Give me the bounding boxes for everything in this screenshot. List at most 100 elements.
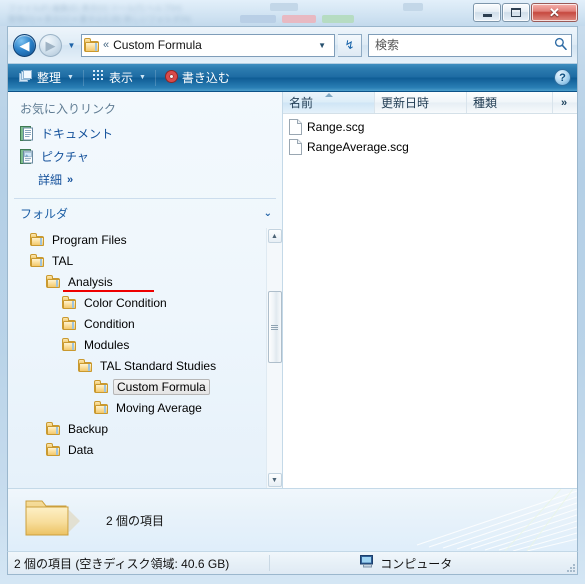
chevron-down-icon: ▼	[138, 74, 146, 81]
search-input[interactable]	[375, 38, 554, 52]
folders-section-title: フォルダ	[20, 207, 69, 221]
tree-item[interactable]: Backup	[8, 418, 266, 439]
command-toolbar: 整理 ▼ 表示 ▼ 書き込む ?	[8, 64, 577, 92]
sidebar-item-label: ピクチャ	[41, 150, 89, 164]
navigation-pane: お気に入りリンク ドキュメント ピクチャ 詳細 » フォルダ ⌄ Program…	[8, 92, 283, 488]
minimize-button[interactable]	[473, 3, 501, 22]
folder-icon	[30, 254, 44, 267]
document-icon	[289, 139, 302, 155]
search-icon[interactable]	[554, 37, 567, 53]
status-bar: 2 個の項目 (空きディスク領域: 40.6 GB) コンピュータ	[7, 551, 578, 575]
forward-button[interactable]: ▶	[39, 33, 62, 57]
computer-icon	[360, 555, 375, 571]
breadcrumb-overflow-icon[interactable]: «	[103, 39, 109, 51]
file-name-label: Range.scg	[307, 120, 365, 134]
documents-icon	[20, 126, 34, 141]
tree-item[interactable]: Program Files	[8, 229, 266, 250]
triangle-down-icon: ▼	[271, 476, 278, 484]
scroll-down-button[interactable]: ▼	[267, 473, 282, 487]
more-links-button[interactable]: 詳細 »	[8, 168, 282, 191]
tree-item-label: Custom Formula	[113, 378, 210, 395]
search-box[interactable]	[368, 33, 572, 57]
tree-item-label: TAL Standard Studies	[100, 358, 217, 373]
close-button[interactable]: ✕	[531, 3, 578, 22]
status-location: コンピュータ	[360, 555, 452, 572]
help-icon: ?	[559, 71, 566, 84]
toolbar-separator-2	[154, 69, 156, 86]
favorite-links-section: お気に入りリンク ドキュメント ピクチャ 詳細 »	[8, 92, 282, 195]
sort-ascending-icon	[324, 93, 333, 97]
sidebar-item-pictures[interactable]: ピクチャ	[8, 145, 282, 168]
folder-icon	[46, 443, 60, 456]
window-client-area: ◀ ▶ ▼ « Custom Formula ▼ ↯ 検索 整理 ▼ 表示 ▼ …	[7, 26, 578, 551]
sidebar-item-documents[interactable]: ドキュメント	[8, 122, 282, 145]
explorer-window: ファイル(F) 編集(E) 表示(V) ツール(T) ヘルプ(H) 整理(O) …	[0, 0, 585, 584]
folder-tree: Program Files TAL Analysis Color Condition C…	[8, 228, 266, 488]
folders-section-header[interactable]: フォルダ ⌄	[8, 199, 282, 228]
tree-item[interactable]: Data	[8, 439, 266, 460]
scroll-up-button[interactable]: ▲	[267, 229, 282, 243]
maximize-button[interactable]	[502, 3, 530, 22]
file-list-row[interactable]: RangeAverage.scg	[283, 137, 577, 157]
tree-item[interactable]: Moving Average	[8, 397, 266, 418]
document-icon	[289, 119, 302, 135]
file-name-label: RangeAverage.scg	[307, 140, 409, 154]
status-item-count: 2 個の項目 (空きディスク領域: 40.6 GB)	[14, 556, 230, 571]
tree-item-label: Color Condition	[84, 295, 167, 310]
folder-icon	[84, 38, 99, 52]
tree-item[interactable]: Color Condition	[8, 292, 266, 313]
folder-icon	[78, 359, 92, 372]
breadcrumb-current-folder[interactable]: Custom Formula	[113, 38, 308, 52]
tree-item[interactable]: TAL Standard Studies	[8, 355, 266, 376]
views-button[interactable]: 表示 ▼	[88, 67, 151, 89]
address-bar[interactable]: « Custom Formula ▼	[81, 33, 335, 57]
tree-item[interactable]: Custom Formula	[8, 376, 266, 397]
column-header-label: 種類	[473, 96, 498, 110]
favorite-links-title: お気に入りリンク	[20, 102, 117, 116]
refresh-button[interactable]: ↯	[338, 33, 362, 57]
triangle-up-icon: ▲	[271, 232, 278, 240]
double-chevron-right-icon: »	[67, 173, 73, 186]
folder-icon	[62, 338, 76, 351]
tree-item-label: Data	[68, 442, 94, 457]
folder-icon	[46, 422, 60, 435]
recent-pages-dropdown[interactable]: ▼	[65, 35, 78, 55]
tree-item[interactable]: TAL	[8, 250, 266, 271]
tree-item[interactable]: Modules	[8, 334, 266, 355]
scrollbar-track[interactable]	[267, 243, 283, 473]
large-folder-icon	[24, 495, 86, 546]
column-header[interactable]: 種類	[467, 92, 553, 113]
tree-item-label: TAL	[52, 253, 74, 268]
column-header[interactable]: 更新日時	[375, 92, 467, 113]
help-button[interactable]: ?	[554, 69, 571, 86]
folder-icon	[62, 296, 76, 309]
tree-item[interactable]: Analysis	[8, 271, 266, 292]
pictures-icon	[20, 149, 34, 164]
column-header[interactable]: 名前	[283, 92, 375, 113]
burn-button[interactable]: 書き込む	[160, 67, 235, 89]
resize-grip-icon[interactable]	[565, 562, 575, 572]
column-header-label: 名前	[289, 96, 314, 110]
back-arrow-icon: ◀	[19, 37, 30, 53]
organize-label: 整理	[37, 71, 62, 85]
tree-item-label: Backup	[68, 421, 109, 436]
column-overflow-button[interactable]: »	[553, 92, 577, 113]
scrollbar-grip-icon	[271, 324, 278, 330]
tree-item-label: Analysis	[63, 274, 154, 292]
chevron-down-icon[interactable]: ⌄	[264, 208, 272, 219]
file-list: Range.scg RangeAverage.scg	[283, 114, 577, 488]
refresh-icon: ↯	[344, 38, 355, 52]
folder-icon	[46, 275, 60, 288]
folder-tree-scrollbar[interactable]: ▲ ▼	[266, 228, 282, 488]
back-button[interactable]: ◀	[13, 33, 36, 57]
details-item-count: 2 個の項目	[106, 513, 165, 528]
scrollbar-thumb[interactable]	[267, 291, 282, 363]
tree-item[interactable]: Condition	[8, 313, 266, 334]
toolbar-separator-1	[82, 69, 84, 86]
views-grid-icon	[92, 70, 105, 85]
title-bar[interactable]: ✕	[0, 0, 585, 26]
file-list-row[interactable]: Range.scg	[283, 117, 577, 137]
address-dropdown-icon[interactable]: ▼	[312, 41, 332, 50]
folder-icon	[94, 380, 108, 393]
organize-button[interactable]: 整理 ▼	[14, 67, 79, 89]
